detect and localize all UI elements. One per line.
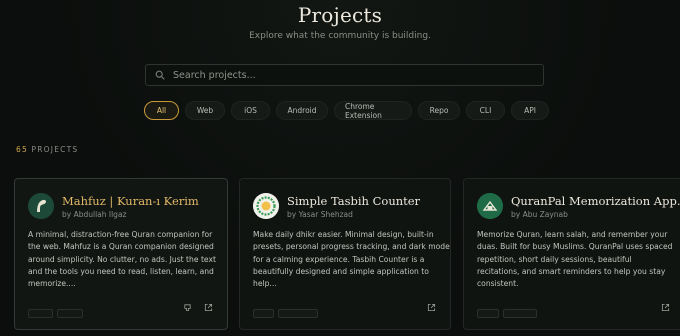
- filter-ios[interactable]: iOS: [231, 101, 270, 120]
- filter-all[interactable]: All: [144, 101, 179, 120]
- external-link-icon[interactable]: [427, 303, 436, 312]
- card-title[interactable]: Simple Tasbih Counter: [287, 194, 420, 208]
- tag: [503, 309, 537, 318]
- results-count-label: PROJECTS: [31, 145, 79, 154]
- results-count: 65 PROJECTS: [16, 145, 78, 154]
- card-author: by Abu Zaynab: [511, 210, 568, 219]
- card-actions: [427, 303, 436, 312]
- card-author: by Abdullah Ilgaz: [62, 210, 127, 219]
- project-card[interactable]: Mahfuz | Kuran-ı Kerim by Abdullah Ilgaz…: [14, 178, 228, 330]
- search-placeholder: Search projects...: [173, 69, 256, 81]
- tag: [278, 309, 318, 318]
- filter-android[interactable]: Android: [276, 101, 328, 120]
- card-actions: [183, 303, 213, 312]
- card-description: Make daily dhikr easier. Minimal design,…: [253, 230, 450, 289]
- card-title[interactable]: Mahfuz | Kuran-ı Kerim: [62, 194, 199, 208]
- tasbih-logo-icon: [253, 193, 279, 219]
- quranpal-logo-icon: [477, 193, 503, 219]
- card-tags: [28, 309, 83, 318]
- filter-chips: All Web iOS Android Chrome Extension Rep…: [144, 101, 549, 120]
- search-input[interactable]: Search projects...: [145, 64, 544, 86]
- card-actions: [661, 303, 670, 312]
- card-tags: [477, 309, 537, 318]
- search-icon: [155, 70, 165, 80]
- filter-web[interactable]: Web: [185, 101, 225, 120]
- external-link-icon[interactable]: [661, 303, 670, 312]
- filter-repo[interactable]: Repo: [418, 101, 460, 120]
- card-tags: [253, 309, 318, 318]
- filter-cli[interactable]: CLI: [466, 101, 505, 120]
- page-subtitle: Explore what the community is building.: [249, 31, 431, 41]
- github-icon[interactable]: [183, 303, 192, 312]
- external-link-icon[interactable]: [204, 303, 213, 312]
- tag: [28, 309, 53, 318]
- card-author: by Yasar Shehzad: [287, 210, 353, 219]
- results-count-number: 65: [16, 145, 28, 154]
- project-card[interactable]: QuranPal Memorization App... by Abu Zayn…: [463, 178, 680, 330]
- card-description: A minimal, distraction-free Quran compan…: [28, 230, 216, 289]
- card-title[interactable]: QuranPal Memorization App...: [511, 194, 680, 208]
- project-card[interactable]: Simple Tasbih Counter by Yasar Shehzad M…: [239, 178, 451, 330]
- filter-api[interactable]: API: [511, 101, 549, 120]
- tag: [477, 309, 499, 318]
- mahfuz-logo-icon: [28, 193, 54, 219]
- tag: [253, 309, 274, 318]
- filter-chrome-extension[interactable]: Chrome Extension: [334, 101, 412, 120]
- tag: [57, 309, 83, 318]
- card-description: Memorize Quran, learn salah, and remembe…: [477, 230, 673, 289]
- page-title: Projects: [297, 3, 383, 27]
